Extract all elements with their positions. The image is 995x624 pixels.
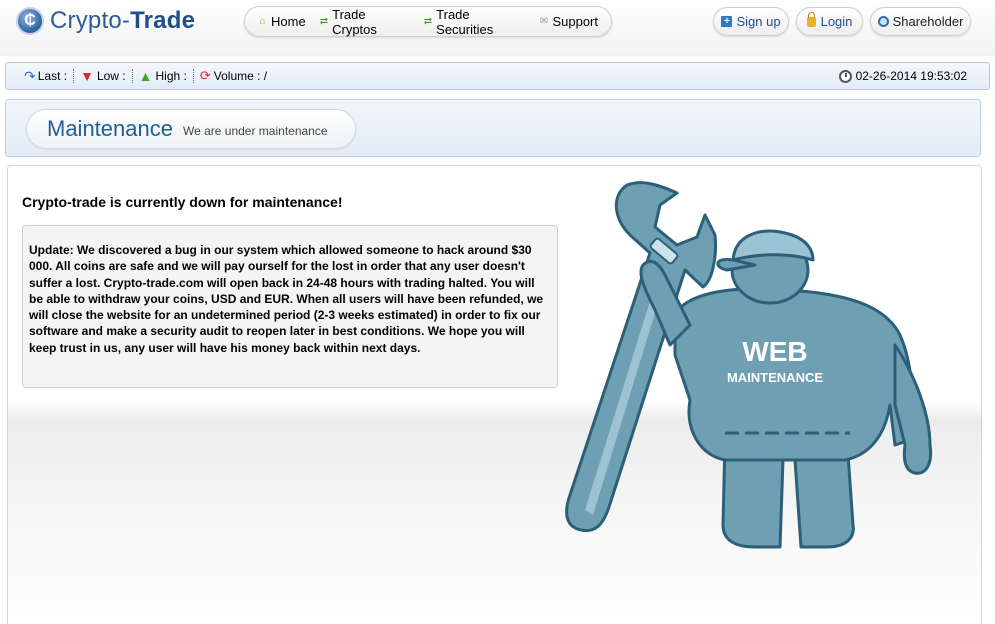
nav-trade-securities[interactable]: ⇄ Trade Securities — [423, 7, 526, 37]
nav-home-label: Home — [271, 14, 306, 29]
illustration-title: WEB — [742, 336, 807, 367]
crypto-c-logo-icon: ₵ — [16, 7, 44, 35]
login-button[interactable]: Login — [796, 7, 863, 36]
nav-support-label: Support — [552, 14, 598, 29]
cycle-icon: ⟳ — [199, 68, 211, 83]
down-arrow-icon: ▼ — [80, 68, 94, 84]
plus-icon: + — [721, 16, 733, 27]
page-banner: Maintenance We are under maintenance — [5, 99, 981, 157]
mail-icon: ✉ — [539, 16, 549, 27]
page-title: Maintenance — [47, 116, 173, 141]
page-subtitle: We are under maintenance — [182, 124, 328, 138]
ticker-divider — [192, 69, 194, 83]
main-nav: ⌂ Home ⇄ Trade Cryptos ⇄ Trade Securitie… — [244, 6, 612, 37]
ticker-high-label: High : — [155, 69, 187, 83]
gear-icon — [877, 16, 889, 27]
logo-text: Crypto-Trade — [50, 7, 196, 34]
top-header: ₵ Crypto-Trade ⌂ Home ⇄ Trade Cryptos ⇄ … — [0, 0, 995, 56]
maintenance-heading: Crypto-trade is currently down for maint… — [22, 194, 343, 210]
ticker-datetime: 02-26-2014 19:53:02 — [838, 69, 967, 83]
up-arrow-icon: ▲ — [138, 68, 153, 84]
exchange-icon: ⇄ — [423, 16, 433, 27]
ticker-low-label: Low : — [96, 69, 126, 83]
ticker-divider — [131, 69, 133, 83]
ticker-low: ▼ Low : — [80, 68, 126, 84]
nav-trade-cryptos-label: Trade Cryptos — [332, 6, 377, 37]
lock-icon — [806, 11, 816, 27]
ticker-volume-label: Volume : / — [213, 69, 268, 83]
ticker-volume: ⟳ Volume : / — [200, 68, 267, 84]
signup-button[interactable]: + Sign up — [713, 7, 789, 36]
clock-icon — [838, 69, 852, 83]
exchange-icon: ⇄ — [319, 16, 329, 27]
ticker-last-label: Last : — [37, 69, 68, 83]
maintenance-notice: Update: We discovered a bug in our syste… — [22, 225, 558, 388]
shareholder-button[interactable]: Shareholder — [870, 7, 971, 36]
login-label: Login — [820, 14, 853, 29]
ticker-last: ↷ Last : — [24, 68, 67, 85]
web-maintenance-illustration: WEB MAINTENANCE — [565, 181, 933, 549]
datetime-value: 02-26-2014 19:53:02 — [855, 69, 967, 83]
illustration-subtitle: MAINTENANCE — [727, 370, 823, 385]
mechanic-figure — [639, 229, 933, 549]
nav-support[interactable]: ✉ Support — [538, 14, 598, 29]
nav-trade-securities-label: Trade Securities — [436, 6, 494, 37]
signup-label: Sign up — [736, 14, 781, 29]
notice-text: Update: We discovered a bug in our syste… — [29, 243, 544, 355]
nav-home[interactable]: ⌂ Home — [257, 14, 306, 29]
banner-title-pill: Maintenance We are under maintenance — [26, 109, 356, 149]
price-ticker: ↷ Last : ▼ Low : ▲ High : ⟳ Volume : / 0… — [5, 62, 990, 90]
nav-trade-cryptos[interactable]: ⇄ Trade Cryptos — [319, 7, 410, 37]
ticker-high: ▲ High : — [139, 68, 187, 84]
shareholder-label: Shareholder — [892, 14, 964, 29]
home-icon: ⌂ — [259, 16, 266, 27]
refresh-arrow-icon: ↷ — [24, 67, 36, 84]
site-logo[interactable]: ₵ Crypto-Trade — [16, 6, 195, 36]
ticker-divider — [73, 69, 75, 83]
